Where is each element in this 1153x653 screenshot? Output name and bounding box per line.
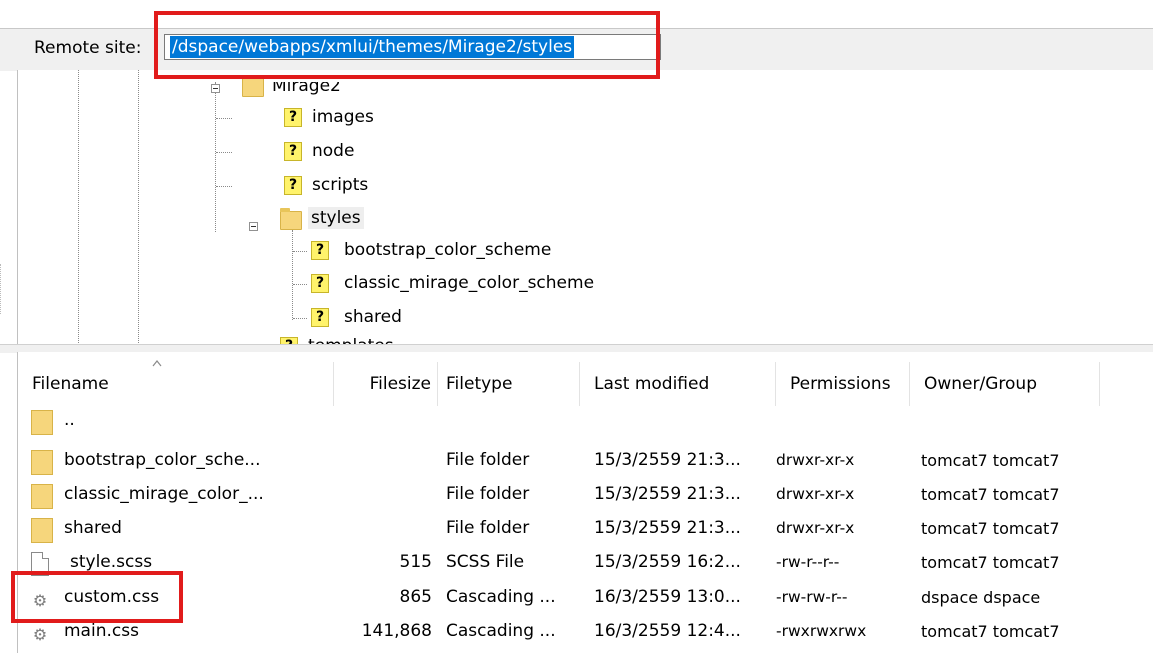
file-permissions: drwxr-xr-x <box>776 485 855 503</box>
file-list-header: Filename Filesize Filetype Last modified… <box>18 360 1153 406</box>
tree-guide-line <box>78 70 79 345</box>
question-folder-icon: ? <box>311 274 329 293</box>
file-modified: 15/3/2559 21:3... <box>594 518 741 538</box>
file-modified: 15/3/2559 16:2... <box>594 552 741 572</box>
folder-icon <box>31 518 53 543</box>
column-header-owner-group[interactable]: Owner/Group <box>910 362 1100 406</box>
folder-icon <box>31 484 53 509</box>
file-row[interactable]: style.scss 515 SCSS File 15/3/2559 16:2.… <box>18 546 1153 579</box>
file-size: 141,868 <box>361 621 432 641</box>
tree-connector <box>216 186 232 187</box>
file-owner: tomcat7 tomcat7 <box>921 519 1060 538</box>
tree-item-node[interactable]: node <box>312 140 354 162</box>
highlight-box-custom-css <box>11 571 183 623</box>
file-modified: 15/3/2559 21:3... <box>594 484 741 504</box>
tree-connector <box>293 284 307 285</box>
folder-icon <box>280 208 302 230</box>
file-name: .. <box>64 410 75 430</box>
file-name: classic_mirage_color_... <box>64 484 264 504</box>
file-type: Cascading ... <box>446 587 556 607</box>
file-owner: tomcat7 tomcat7 <box>921 485 1060 504</box>
tree-connector <box>293 318 307 319</box>
file-row[interactable]: shared File folder 15/3/2559 21:3... drw… <box>18 512 1153 545</box>
file-row[interactable]: bootstrap_color_sche... File folder 15/3… <box>18 444 1153 477</box>
column-header-last-modified[interactable]: Last modified <box>580 362 776 406</box>
file-row-custom-css[interactable]: ⚙ custom.css 865 Cascading ... 16/3/2559… <box>18 581 1153 614</box>
file-permissions: -rw-r--r-- <box>776 553 840 571</box>
file-permissions: drwxr-xr-x <box>776 519 855 537</box>
file-row[interactable]: .. <box>18 404 1153 437</box>
tree-connector <box>293 251 307 252</box>
file-type: Cascading ... <box>446 621 556 641</box>
file-modified: 15/3/2559 21:3... <box>594 450 741 470</box>
file-owner: tomcat7 tomcat7 <box>921 451 1060 470</box>
column-header-filetype[interactable]: Filetype <box>438 362 580 406</box>
file-name: shared <box>64 518 122 538</box>
remote-directory-tree[interactable]: Mirage2 ? images ? node ? scripts styles… <box>17 70 1153 345</box>
collapse-expander-icon[interactable] <box>249 222 258 231</box>
remote-file-list[interactable]: Filename Filesize Filetype Last modified… <box>17 352 1153 653</box>
question-folder-icon: ? <box>284 108 302 127</box>
folder-icon <box>31 410 53 435</box>
file-owner: tomcat7 tomcat7 <box>921 622 1060 641</box>
folder-icon <box>242 75 264 97</box>
file-row[interactable]: ⚙ main.css 141,868 Cascading ... 16/3/25… <box>18 615 1153 648</box>
column-header-filesize[interactable]: Filesize <box>334 362 438 406</box>
file-size: 865 <box>399 587 432 607</box>
tree-item-scripts[interactable]: scripts <box>312 174 368 196</box>
file-owner: dspace dspace <box>921 588 1041 607</box>
file-permissions: drwxr-xr-x <box>776 451 855 469</box>
tree-item-classic-mirage-color-scheme[interactable]: classic_mirage_color_scheme <box>344 272 594 294</box>
tree-guide-line <box>138 70 139 345</box>
remote-site-label: Remote site: <box>34 38 142 58</box>
panel-edge <box>0 264 11 314</box>
question-folder-icon: ? <box>284 176 302 195</box>
tree-connector <box>216 152 232 153</box>
tree-item-images[interactable]: images <box>312 106 374 128</box>
file-permissions: -rwxrwxrwx <box>776 622 867 640</box>
file-modified: 16/3/2559 12:4... <box>594 621 741 641</box>
tree-item-bootstrap-color-scheme[interactable]: bootstrap_color_scheme <box>344 239 551 261</box>
file-type: File folder <box>446 518 530 538</box>
column-header-filename[interactable]: Filename <box>18 362 334 406</box>
gear-file-icon: ⚙ <box>32 625 48 644</box>
column-header-permissions[interactable]: Permissions <box>776 362 910 406</box>
tree-item-styles[interactable]: styles <box>308 207 364 229</box>
tree-item-shared[interactable]: shared <box>344 306 402 328</box>
file-name: bootstrap_color_sche... <box>64 450 261 470</box>
tree-guide-line <box>292 230 293 320</box>
folder-icon <box>31 450 53 475</box>
file-type: File folder <box>446 450 530 470</box>
sort-ascending-icon <box>152 360 162 367</box>
question-folder-icon: ? <box>284 142 302 161</box>
file-owner: tomcat7 tomcat7 <box>921 553 1060 572</box>
question-folder-icon: ? <box>311 241 329 260</box>
tree-guide-line <box>215 82 216 232</box>
file-size: 515 <box>399 552 432 572</box>
question-folder-icon: ? <box>311 308 329 327</box>
file-type: SCSS File <box>446 552 525 572</box>
highlight-box-remote-path <box>154 11 660 79</box>
file-row[interactable]: classic_mirage_color_... File folder 15/… <box>18 478 1153 511</box>
tree-connector <box>216 118 232 119</box>
collapse-expander-icon[interactable] <box>211 84 220 93</box>
file-type: File folder <box>446 484 530 504</box>
file-permissions: -rw-rw-r-- <box>776 588 848 606</box>
file-modified: 16/3/2559 13:0... <box>594 587 741 607</box>
